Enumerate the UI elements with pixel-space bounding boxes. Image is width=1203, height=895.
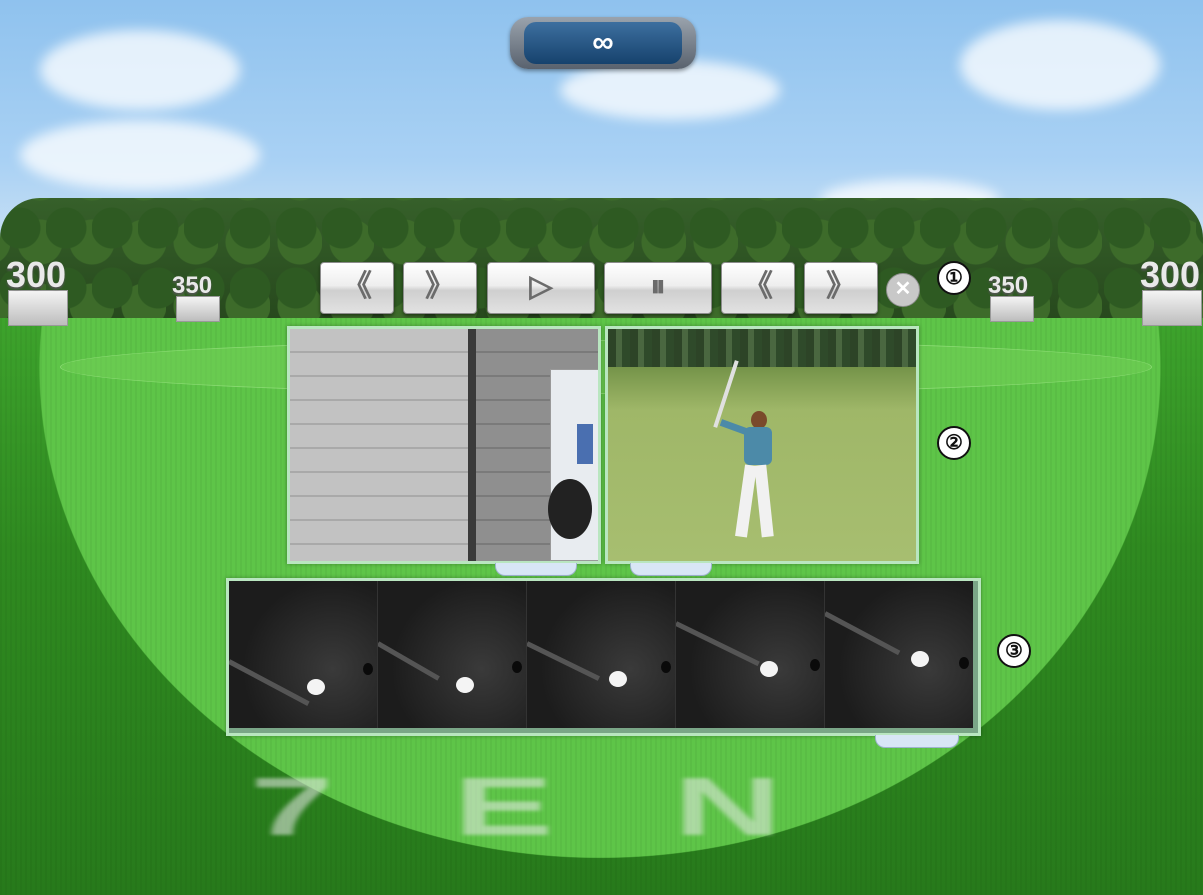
impact-frame-strip[interactable] [226, 578, 981, 736]
blue-object [577, 424, 593, 464]
fast-forward-button[interactable]: 》 [403, 262, 477, 314]
callout-3: ③ [997, 634, 1031, 668]
ground-lettering: 7EN [250, 760, 902, 853]
impact-frame-1[interactable] [229, 581, 378, 728]
club-shaft [527, 641, 600, 681]
pause-button[interactable]: ⏸ [604, 262, 712, 314]
play-button[interactable]: ▷ [487, 262, 595, 314]
impact-strip-tab[interactable] [875, 735, 959, 748]
double-chevron-left-icon: 《 [743, 270, 773, 303]
distance-marker-right: 350 [988, 272, 1029, 299]
cloud [560, 60, 780, 120]
distance-marker-far-right: 300 [1140, 254, 1201, 295]
golfer-shirt [744, 427, 772, 465]
golf-ball [307, 679, 325, 695]
rear-camera-view[interactable] [287, 326, 601, 564]
previous-frame-button[interactable]: 《 [721, 262, 795, 314]
impact-frame-4[interactable] [676, 581, 825, 728]
close-replay-button[interactable]: ✕ [886, 273, 920, 307]
callout-1: ① [937, 261, 971, 295]
play-icon: ▷ [529, 270, 553, 303]
cloud [960, 20, 1160, 110]
club-shaft [229, 659, 310, 706]
close-icon: ✕ [894, 278, 912, 300]
cloud [40, 30, 240, 110]
distance-marker-far-left: 300 [6, 254, 67, 295]
background-trees [608, 329, 916, 367]
double-chevron-right-icon: 》 [425, 270, 455, 303]
tee-shadow [512, 661, 522, 673]
golf-ball [609, 671, 627, 687]
rewind-button[interactable]: 《 [320, 262, 394, 314]
double-chevron-left-icon: 《 [342, 270, 372, 303]
driving-range-scene: 300 350 350 300 7EN [0, 0, 1203, 895]
golf-bag-image [548, 479, 592, 539]
rear-view-tab[interactable] [495, 563, 577, 576]
cloud [20, 120, 260, 190]
distance-marker-left: 350 [172, 272, 213, 299]
side-camera-view[interactable] [605, 326, 919, 564]
next-frame-button[interactable]: 》 [804, 262, 878, 314]
golf-ball [911, 651, 929, 667]
club-shaft [825, 611, 901, 656]
club-shaft [378, 641, 440, 681]
impact-frame-5[interactable] [825, 581, 973, 728]
shot-counter: ∞ [510, 17, 696, 69]
tee-shadow [959, 657, 969, 669]
callout-2: ② [937, 426, 971, 460]
tee-shadow [661, 661, 671, 673]
tee-shadow [363, 663, 373, 675]
pause-icon: ⏸ [650, 270, 666, 303]
door-post [468, 329, 476, 561]
shot-counter-value: ∞ [524, 22, 682, 64]
impact-frame-3[interactable] [527, 581, 676, 728]
side-view-tab[interactable] [630, 563, 712, 576]
club-shaft [676, 621, 760, 667]
tee-shadow [810, 659, 820, 671]
golf-ball [760, 661, 778, 677]
double-chevron-right-icon: 》 [826, 270, 856, 303]
impact-frame-2[interactable] [378, 581, 527, 728]
golf-ball [456, 677, 474, 693]
